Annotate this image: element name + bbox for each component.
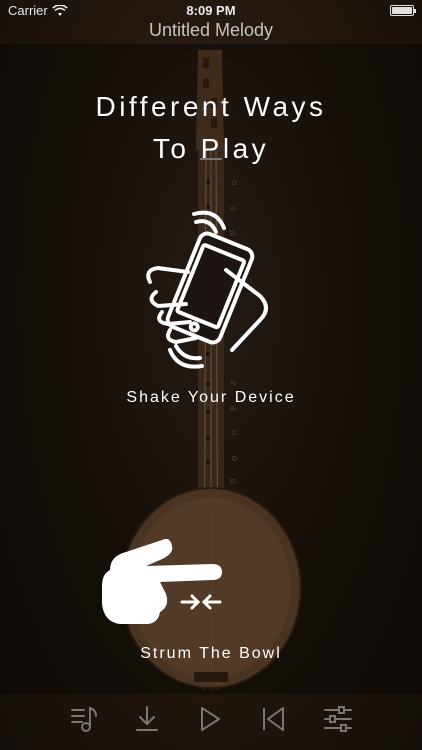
bottom-toolbar [0, 696, 422, 746]
settings-sliders-icon[interactable] [323, 704, 353, 734]
app-screen: G A♭ B♭ A♭ B♭ C D E♭ Carrier 8:09 PM Unt… [0, 0, 422, 750]
rewind-icon[interactable] [259, 704, 289, 734]
strum-caption: Strum The Bowl [140, 645, 282, 662]
tutorial-headline: Different Ways To Play [0, 86, 422, 170]
shake-caption: Shake Your Device [126, 389, 296, 406]
play-icon[interactable] [195, 704, 225, 734]
status-bar: Carrier 8:09 PM [0, 0, 422, 20]
headline-line-1: Different Ways [95, 91, 327, 122]
status-time: 8:09 PM [186, 3, 236, 18]
battery-icon [390, 5, 416, 16]
melody-list-icon[interactable] [70, 704, 100, 734]
battery-fill [392, 7, 412, 14]
headline-line-2: To Play [152, 133, 270, 164]
shake-phone-icon [146, 210, 268, 369]
nav-title[interactable]: Untitled Melody [0, 20, 422, 44]
pointing-hand-icon [102, 538, 222, 624]
download-icon[interactable] [132, 704, 162, 734]
